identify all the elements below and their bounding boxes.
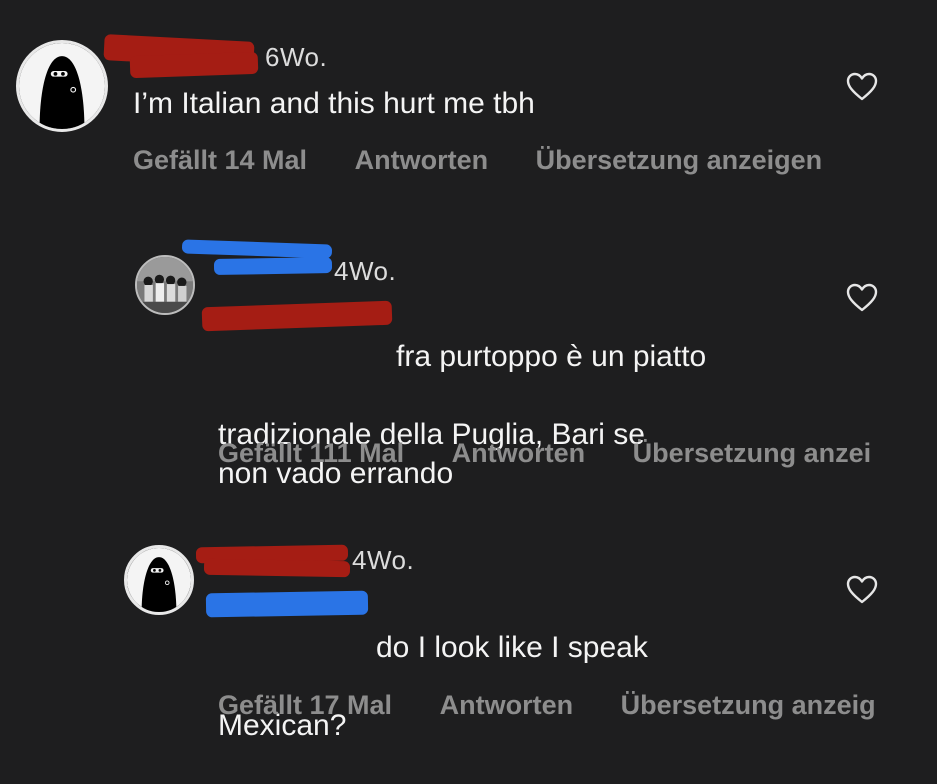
redacted-username bbox=[203, 558, 351, 578]
comment-text: I’m Italian and this hurt me tbh bbox=[133, 87, 535, 120]
comment-actions: Gefällt 14 Mal Antworten Übersetzung anz… bbox=[133, 145, 822, 176]
comment-actions: Gefällt 17 Mal Antworten Übersetzung anz… bbox=[218, 690, 876, 721]
group-photo-icon bbox=[137, 257, 193, 313]
comment-time: 6Wo. bbox=[265, 42, 328, 72]
comment-text-line: fra purtoppo è un piatto bbox=[396, 340, 707, 373]
redacted-username bbox=[129, 51, 259, 79]
heart-outline-icon[interactable] bbox=[846, 575, 878, 605]
avatar[interactable] bbox=[135, 255, 195, 315]
likes-count[interactable]: Gefällt 111 Mal bbox=[218, 438, 404, 469]
avatar[interactable] bbox=[124, 545, 194, 615]
comment-text: fra purtoppo è un piatto tradizionale de… bbox=[218, 298, 706, 532]
reply-button[interactable]: Antworten bbox=[355, 145, 488, 176]
reply-button[interactable]: Antworten bbox=[440, 690, 573, 721]
comment-actions: Gefällt 111 Mal Antworten Übersetzung an… bbox=[218, 438, 871, 469]
redacted-username bbox=[213, 256, 333, 276]
redacted-username bbox=[181, 239, 333, 259]
translate-button[interactable]: Übersetzung anzeigen bbox=[536, 145, 823, 176]
comment-time: 4Wo. bbox=[352, 545, 415, 575]
avatar[interactable] bbox=[16, 40, 108, 132]
comment-text: do I look like I speak Mexican? bbox=[218, 589, 648, 784]
likes-count[interactable]: Gefällt 17 Mal bbox=[218, 690, 392, 721]
translate-button[interactable]: Übersetzung anzeig bbox=[621, 690, 876, 721]
reply-button[interactable]: Antworten bbox=[452, 438, 585, 469]
veiled-figure-icon bbox=[19, 43, 105, 129]
likes-count[interactable]: Gefällt 14 Mal bbox=[133, 145, 307, 176]
comment-time: 4Wo. bbox=[334, 256, 397, 286]
comment-text-line: do I look like I speak bbox=[376, 631, 648, 664]
translate-button[interactable]: Übersetzung anzei bbox=[633, 438, 872, 469]
heart-outline-icon[interactable] bbox=[846, 72, 878, 102]
veiled-figure-icon bbox=[127, 548, 191, 612]
heart-outline-icon[interactable] bbox=[846, 283, 878, 313]
